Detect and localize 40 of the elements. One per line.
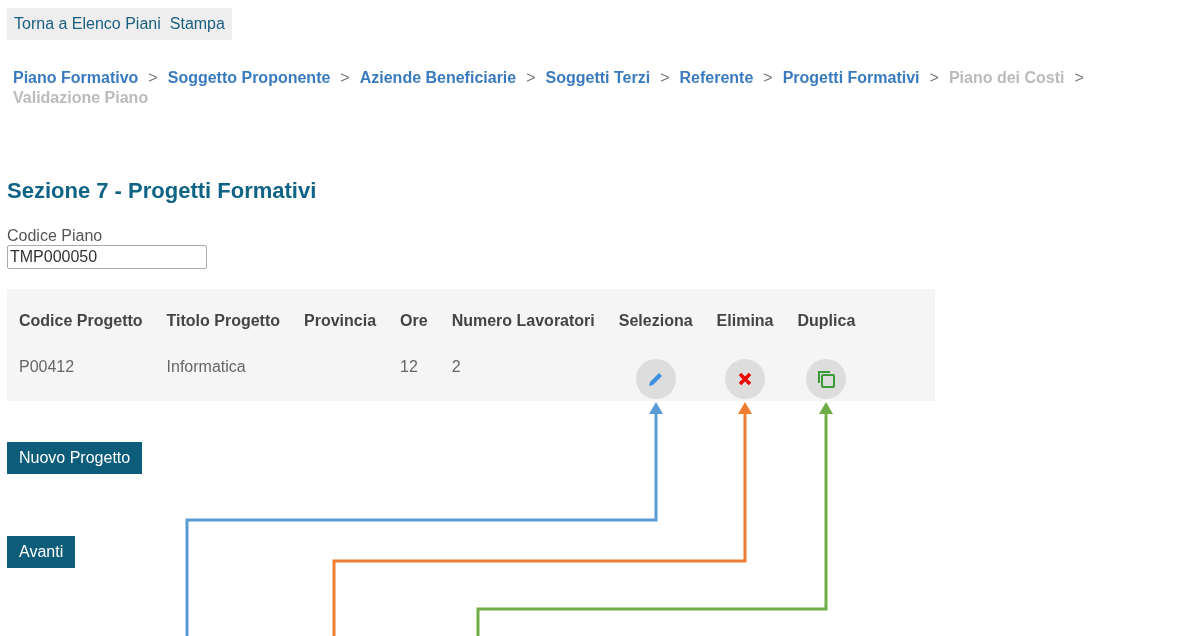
breadcrumb-link[interactable]: Progetti Formativi (782, 68, 920, 88)
breadcrumb-link[interactable]: Aziende Beneficiarie (359, 68, 517, 88)
nav-link[interactable]: Stampa (169, 12, 225, 36)
pencil-icon (646, 370, 665, 388)
breadcrumb-separator: > (526, 68, 536, 88)
breadcrumb-separator: > (763, 68, 773, 88)
column-header: Seleziona (617, 311, 694, 331)
column-header: Codice Progetto (18, 311, 144, 331)
breadcrumb-link: Validazione Piano (13, 88, 149, 108)
copy-icon (816, 369, 837, 389)
section-heading: Sezione 7 - Progetti Formativi (7, 177, 318, 205)
breadcrumb-link[interactable]: Soggetto Proponente (167, 68, 331, 88)
breadcrumb-separator: > (340, 68, 350, 88)
breadcrumb-link[interactable]: Referente (679, 68, 754, 88)
column-header: Elimina (715, 311, 775, 331)
nav-link[interactable]: Torna a Elenco Piani (14, 12, 161, 36)
breadcrumb-link[interactable]: Piano Formativo (13, 68, 139, 88)
column-header: Ore (399, 311, 429, 331)
breadcrumb-link[interactable]: Soggetti Terzi (545, 68, 651, 88)
breadcrumb-separator: > (929, 68, 939, 88)
column-header: Provincia (303, 311, 378, 331)
column-header: Duplica (796, 311, 857, 331)
delete-button[interactable] (725, 359, 766, 399)
breadcrumb-separator: > (1074, 68, 1084, 88)
new-project-button[interactable]: Nuovo Progetto (7, 442, 143, 474)
table-cell: 2 (451, 358, 461, 375)
column-header: Numero Lavoratori (450, 311, 596, 331)
breadcrumb-separator: > (148, 68, 158, 88)
next-button[interactable]: Avanti (7, 536, 76, 568)
field-label: Codice Piano (7, 227, 104, 245)
table-cell: Informatica (166, 358, 246, 375)
table-cell: 12 (400, 358, 418, 375)
duplicate-button[interactable] (806, 359, 847, 399)
column-header: Titolo Progetto (165, 311, 282, 331)
breadcrumb-separator: > (660, 68, 670, 88)
edit-button[interactable] (635, 359, 676, 399)
table-cell: P00412 (19, 358, 75, 375)
close-icon (738, 372, 753, 386)
input-field[interactable]: TMP000050 (7, 245, 207, 269)
breadcrumb-link: Piano dei Costi (948, 68, 1065, 88)
